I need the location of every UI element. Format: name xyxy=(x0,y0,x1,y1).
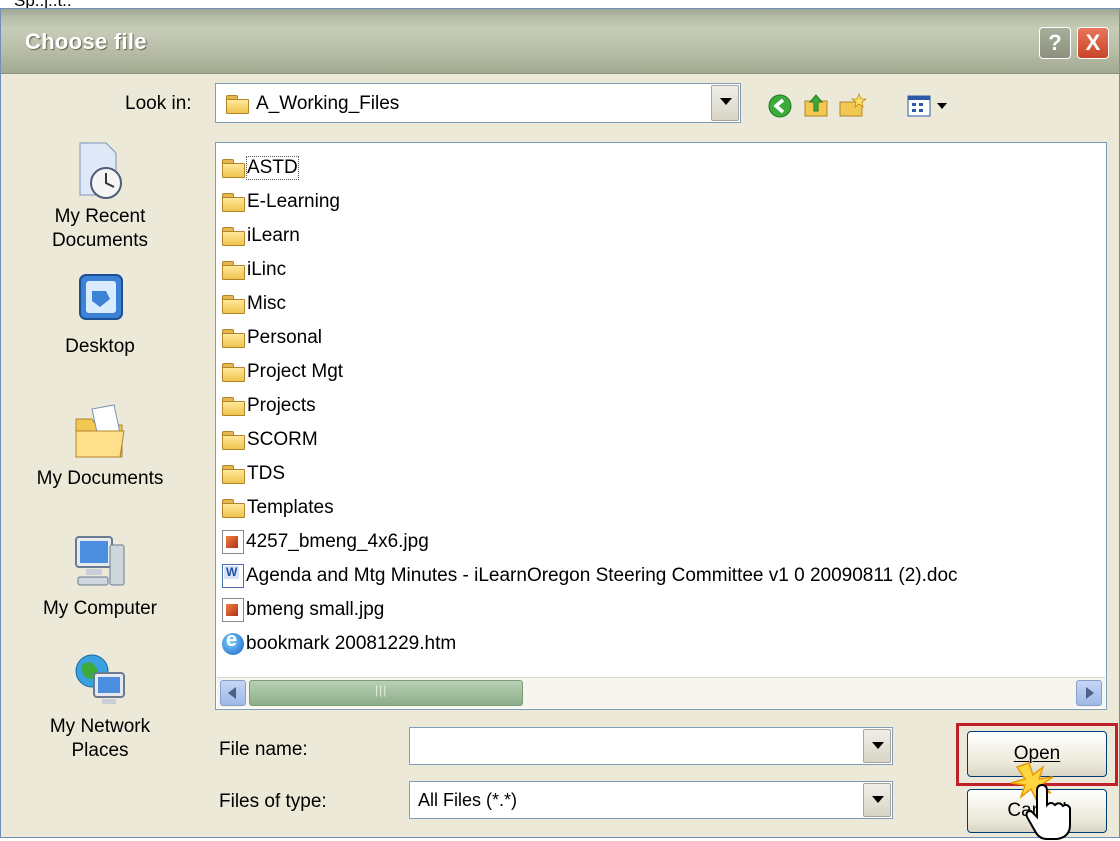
list-item[interactable]: Personal xyxy=(222,323,322,353)
list-item[interactable]: Agenda and Mtg Minutes - iLearnOregon St… xyxy=(222,561,958,591)
folder-icon xyxy=(226,95,249,114)
list-item[interactable]: bmeng small.jpg xyxy=(222,595,384,625)
file-type-value: All Files (*.*) xyxy=(418,790,518,810)
scroll-right-icon[interactable] xyxy=(1076,680,1102,706)
word-file-icon xyxy=(222,564,244,588)
list-item[interactable]: Projects xyxy=(222,391,316,421)
scrollbar-thumb[interactable] xyxy=(249,680,523,706)
folder-icon xyxy=(222,465,245,484)
horizontal-scrollbar[interactable] xyxy=(217,677,1105,708)
place-desktop[interactable]: Desktop xyxy=(11,269,189,359)
place-my-recent-documents[interactable]: My Recent Documents xyxy=(11,139,189,253)
list-item[interactable]: ASTD xyxy=(222,153,299,183)
file-name-label: File name: xyxy=(219,739,308,760)
scroll-left-icon[interactable] xyxy=(220,680,246,706)
list-item[interactable]: iLinc xyxy=(222,255,286,285)
image-file-icon xyxy=(222,598,244,622)
place-my-documents[interactable]: My Documents xyxy=(11,401,189,491)
places-bar: My Recent Documents Desktop My Documents xyxy=(11,129,189,834)
chevron-down-icon[interactable] xyxy=(863,783,891,817)
list-item[interactable]: E-Learning xyxy=(222,187,340,217)
folder-icon xyxy=(222,261,245,280)
file-name-input[interactable] xyxy=(409,727,893,765)
folder-icon xyxy=(222,227,245,246)
list-item[interactable]: bookmark 20081229.htm xyxy=(222,629,456,659)
folder-icon xyxy=(222,295,245,314)
back-icon[interactable] xyxy=(765,91,795,121)
help-button[interactable]: ? xyxy=(1039,27,1071,59)
up-folder-icon[interactable] xyxy=(801,91,831,121)
file-type-label: Files of type: xyxy=(219,791,327,812)
choose-file-dialog: Choose file ? X Look in: A_Working_Files xyxy=(0,8,1120,840)
view-menu-icon[interactable] xyxy=(905,91,951,121)
my-computer-icon xyxy=(75,536,125,586)
look-in-select[interactable]: A_Working_Files xyxy=(215,83,741,123)
my-documents-icon xyxy=(75,404,125,458)
list-item[interactable]: Templates xyxy=(222,493,334,523)
image-file-icon xyxy=(222,530,244,554)
list-item[interactable]: SCORM xyxy=(222,425,318,455)
folder-icon xyxy=(222,431,245,450)
list-item[interactable]: Misc xyxy=(222,289,286,319)
list-item[interactable]: TDS xyxy=(222,459,285,489)
look-in-value: A_Working_Files xyxy=(256,93,400,114)
chevron-down-icon[interactable] xyxy=(863,729,891,763)
recent-documents-icon xyxy=(79,142,122,199)
file-type-select[interactable]: All Files (*.*) xyxy=(409,781,893,819)
close-button[interactable]: X xyxy=(1077,27,1109,59)
list-item[interactable]: 4257_bmeng_4x6.jpg xyxy=(222,527,429,557)
chevron-down-icon[interactable] xyxy=(711,85,739,121)
folder-icon xyxy=(222,499,245,518)
folder-icon xyxy=(222,363,245,382)
folder-icon xyxy=(222,329,245,348)
list-item[interactable]: Project Mgt xyxy=(222,357,343,387)
title-bar[interactable]: Choose file ? X xyxy=(1,9,1119,74)
look-in-label: Look in: xyxy=(125,93,192,114)
ie-file-icon xyxy=(222,629,244,655)
folder-icon xyxy=(222,193,245,212)
hand-cursor-icon xyxy=(1010,762,1071,840)
folder-icon xyxy=(222,397,245,416)
dialog-title: Choose file xyxy=(25,29,147,54)
folder-icon xyxy=(222,159,245,178)
place-my-network-places[interactable]: My Network Places xyxy=(11,649,189,763)
desktop-icon xyxy=(79,274,123,320)
list-item[interactable]: iLearn xyxy=(222,221,300,251)
network-places-icon xyxy=(75,654,125,704)
place-my-computer[interactable]: My Computer xyxy=(11,531,189,621)
file-list[interactable]: ASTD E-Learning iLearn iLinc Misc Person… xyxy=(215,142,1107,710)
new-folder-icon[interactable] xyxy=(837,91,867,121)
